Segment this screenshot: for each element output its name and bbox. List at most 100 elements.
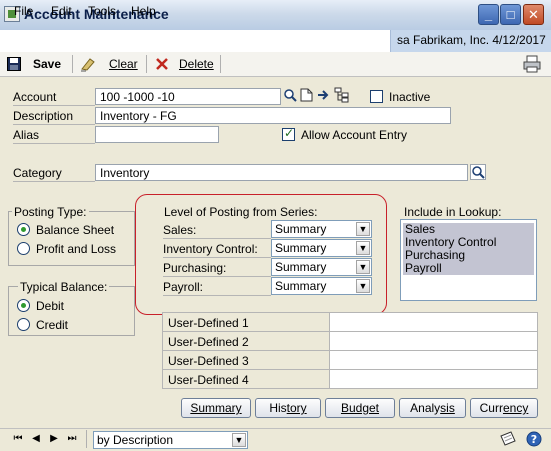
- purchasing-posting-select[interactable]: Summary ▼: [271, 258, 372, 276]
- user-defined-row: User-Defined 4: [163, 370, 538, 389]
- status-separator: [86, 430, 87, 448]
- help-icon[interactable]: ?: [526, 431, 542, 447]
- category-label: Category: [13, 166, 95, 182]
- currency-button[interactable]: Currency: [470, 398, 538, 418]
- description-field[interactable]: Inventory - FG: [95, 107, 451, 124]
- menu-help[interactable]: Help: [131, 4, 156, 18]
- user-defined-row: User-Defined 2: [163, 332, 538, 351]
- history-button-label: His: [269, 401, 287, 415]
- user-defined-4-label: User-Defined 4: [168, 373, 249, 387]
- history-button[interactable]: History: [255, 398, 321, 418]
- history-button-mnemonic: tory: [286, 401, 307, 415]
- allow-account-entry-label: Allow Account Entry: [301, 128, 408, 142]
- next-record-icon[interactable]: ▶: [48, 433, 60, 445]
- toolbar-separator: [220, 55, 221, 73]
- chevron-down-icon[interactable]: ▼: [232, 433, 246, 447]
- lookup-item-payroll[interactable]: Payroll: [403, 262, 534, 275]
- balance-sheet-label: Balance Sheet: [36, 223, 115, 237]
- budget-button-mnemonic: B: [340, 401, 349, 415]
- alias-field[interactable]: [95, 126, 219, 143]
- chevron-down-icon[interactable]: ▼: [356, 222, 370, 236]
- level-of-posting-title: Level of Posting from Series:: [164, 205, 318, 219]
- include-in-lookup-list[interactable]: Sales Inventory Control Purchasing Payro…: [400, 219, 537, 301]
- analysis-button-label: Analy: [410, 401, 441, 415]
- debit-radio[interactable]: [17, 299, 30, 312]
- profit-and-loss-label: Profit and Loss: [36, 242, 117, 256]
- account-field[interactable]: 100 -1000 -10: [95, 88, 281, 105]
- delete-icon: [155, 57, 169, 71]
- account-label: Account: [13, 90, 95, 106]
- purchasing-posting-label: Purchasing:: [163, 261, 271, 277]
- user-defined-3-field[interactable]: [329, 351, 537, 369]
- clear-icon: [80, 56, 96, 72]
- summary-button[interactable]: Summary: [181, 398, 251, 418]
- balance-sheet-radio[interactable]: [17, 223, 30, 236]
- budget-button-label: udget: [348, 401, 380, 415]
- sort-order-value: by Description: [97, 433, 174, 447]
- user-defined-2-field[interactable]: [329, 332, 537, 350]
- chevron-down-icon[interactable]: ▼: [356, 279, 370, 293]
- chevron-down-icon[interactable]: ▼: [356, 241, 370, 255]
- chevron-down-icon[interactable]: ▼: [356, 260, 370, 274]
- hierarchy-icon[interactable]: [334, 87, 350, 103]
- payroll-posting-select[interactable]: Summary ▼: [271, 277, 372, 295]
- note-icon[interactable]: [499, 431, 517, 447]
- category-lookup-icon[interactable]: [470, 164, 486, 180]
- arrow-right-icon[interactable]: [317, 88, 331, 102]
- typical-balance-title: Typical Balance:: [18, 280, 110, 294]
- debit-label: Debit: [36, 299, 65, 313]
- user-defined-1-field[interactable]: [329, 313, 537, 331]
- user-defined-4-field[interactable]: [329, 370, 537, 388]
- summary-button-label: Summary: [190, 401, 242, 415]
- category-field[interactable]: Inventory: [95, 164, 468, 181]
- sales-posting-select[interactable]: Summary ▼: [271, 220, 372, 238]
- svg-text:?: ?: [531, 433, 537, 446]
- menu-file[interactable]: File: [14, 4, 33, 18]
- inventory-control-posting-label: Inventory Control:: [163, 242, 271, 258]
- user-defined-row: User-Defined 3: [163, 351, 538, 370]
- delete-button[interactable]: Delete: [179, 56, 214, 72]
- profit-and-loss-radio[interactable]: [17, 242, 30, 255]
- payroll-posting-label: Payroll:: [163, 280, 271, 296]
- analysis-button[interactable]: Analysis: [399, 398, 466, 418]
- toolbar-separator: [72, 55, 73, 73]
- print-icon[interactable]: [523, 55, 541, 73]
- previous-record-icon[interactable]: ◀: [30, 433, 42, 445]
- first-record-icon[interactable]: ⏮: [12, 433, 24, 445]
- minimize-button[interactable]: _: [478, 4, 499, 25]
- sales-posting-value: Summary: [275, 222, 327, 236]
- user-defined-1-label: User-Defined 1: [168, 316, 249, 330]
- credit-label: Credit: [36, 318, 69, 332]
- include-in-lookup-title: Include in Lookup:: [404, 205, 502, 219]
- inactive-label: Inactive: [389, 90, 431, 104]
- sort-order-select[interactable]: by Description ▼: [93, 431, 248, 449]
- credit-radio[interactable]: [17, 318, 30, 331]
- analysis-button-mnemonic: sis: [440, 401, 455, 415]
- purchasing-posting-value: Summary: [275, 260, 327, 274]
- user-defined-grid: User-Defined 1 User-Defined 2 User-Defin…: [162, 312, 538, 389]
- sales-posting-label: Sales:: [163, 223, 271, 239]
- new-page-icon[interactable]: [300, 88, 313, 102]
- user-defined-row: User-Defined 1: [163, 313, 538, 332]
- menu-edit[interactable]: Edit: [51, 4, 72, 18]
- inventory-control-posting-select[interactable]: Summary ▼: [271, 239, 372, 257]
- last-record-icon[interactable]: ⏭: [66, 433, 78, 445]
- posting-type-title: Posting Type:: [12, 205, 89, 219]
- alias-label: Alias: [13, 128, 95, 144]
- inventory-control-posting-value: Summary: [275, 241, 327, 255]
- menu-tools[interactable]: Tools: [88, 4, 116, 18]
- allow-account-entry-checkbox[interactable]: [282, 126, 295, 141]
- budget-button[interactable]: Budget: [325, 398, 395, 418]
- posting-type-group: [8, 211, 135, 266]
- close-button[interactable]: ✕: [523, 4, 544, 25]
- user-defined-2-label: User-Defined 2: [168, 335, 249, 349]
- user-defined-3-label: User-Defined 3: [168, 354, 249, 368]
- inactive-checkbox[interactable]: [370, 90, 383, 103]
- save-button[interactable]: Save: [33, 56, 61, 72]
- toolbar-separator: [146, 55, 147, 73]
- account-lookup-icon[interactable]: [283, 88, 297, 102]
- clear-button[interactable]: Clear: [109, 56, 138, 72]
- save-icon: [7, 57, 21, 71]
- maximize-button[interactable]: □: [500, 4, 521, 25]
- currency-button-label: Curr: [479, 401, 503, 415]
